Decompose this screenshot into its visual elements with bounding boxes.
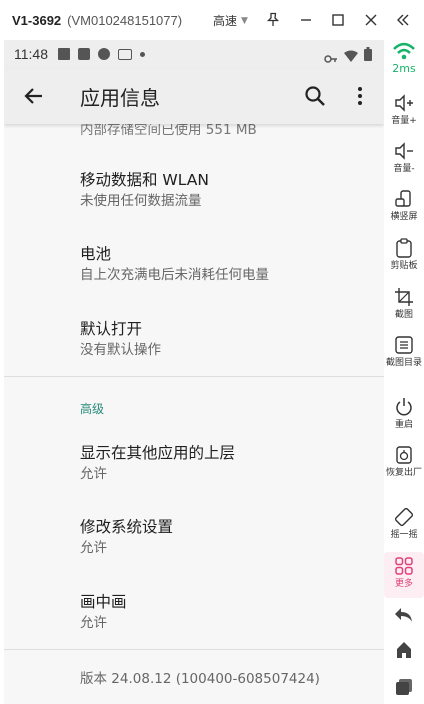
phone-screen[interactable]: 11:48 应用信息 内部存储空间已使用 551 MB 移动数据和 WLAN 未… (4, 40, 384, 704)
button-label: 音量- (393, 164, 415, 174)
button-label: 截图目录 (386, 358, 423, 368)
app-notification-icon (78, 48, 90, 60)
button-label: 截图 (394, 310, 413, 320)
list-item-open-by-default[interactable]: 默认打开 没有默认操作 (80, 319, 161, 360)
app-bar: 应用信息 (4, 68, 384, 124)
button-label: 横竖屏 (390, 212, 418, 222)
section-header-advanced: 高级 (80, 402, 105, 416)
device-id: V1-3692 (12, 12, 62, 28)
item-subtitle: 允许 (80, 466, 107, 482)
window-titlebar: V1-3692 (VM010248151077) 高速 ▼ (0, 0, 424, 40)
chevron-down-icon: ▼ (241, 15, 248, 26)
item-subtitle: 允许 (80, 615, 107, 631)
battery-icon (364, 46, 372, 65)
dot-icon (140, 51, 145, 57)
item-subtitle: 没有默认操作 (80, 342, 161, 358)
rotate-icon (395, 190, 411, 207)
status-time: 11:48 (14, 46, 48, 62)
nav-recent-button[interactable] (384, 676, 424, 696)
factory-reset-button[interactable]: 恢复出厂 (384, 444, 424, 479)
search-icon[interactable] (303, 84, 327, 108)
list-item-modify-system-settings[interactable]: 修改系统设置 允许 (80, 517, 173, 558)
button-label: 音量+ (391, 116, 417, 126)
nav-recent-icon (396, 679, 412, 695)
network-status: 2ms (384, 42, 424, 75)
q-app-icon (98, 48, 110, 60)
shake-icon (394, 507, 414, 527)
item-title: 画中画 (80, 593, 127, 611)
list-item-battery[interactable]: 电池 自上次充满电后未消耗任何电量 (80, 244, 269, 285)
rotate-button[interactable]: 横竖屏 (384, 188, 424, 223)
more-grid-icon (395, 557, 413, 575)
nav-home-icon (397, 642, 411, 658)
volume-down-icon (395, 142, 413, 160)
button-label: 更多 (394, 579, 413, 589)
item-title: 默认打开 (80, 320, 143, 338)
divider (4, 649, 384, 650)
pin-icon[interactable] (263, 10, 283, 30)
vpn-key-icon (324, 49, 338, 68)
list-item-picture-in-picture[interactable]: 画中画 允许 (80, 592, 127, 633)
nav-back-icon (395, 608, 412, 622)
factory-reset-icon (396, 446, 412, 464)
more-button[interactable]: 更多 (384, 552, 424, 598)
app-info-content[interactable]: 内部存储空间已使用 551 MB 移动数据和 WLAN 未使用任何数据流量 电池… (4, 122, 384, 704)
ping-value: 2ms (392, 62, 416, 75)
collapse-icon[interactable] (393, 10, 413, 30)
list-item-mobile-data[interactable]: 移动数据和 WLAN 未使用任何数据流量 (80, 170, 209, 211)
screenshot-list-icon (395, 336, 413, 354)
item-subtitle: 允许 (80, 540, 107, 556)
item-subtitle: 未使用任何数据流量 (80, 193, 202, 209)
page-title: 应用信息 (80, 86, 160, 110)
item-title: 移动数据和 WLAN (80, 171, 209, 189)
volume-down-button[interactable]: 音量- (384, 140, 424, 175)
nav-home-button[interactable] (384, 640, 424, 660)
power-icon (396, 398, 412, 416)
version-text: 版本 24.08.12 (100400-608507424) (80, 671, 320, 687)
screenshot-folder-button[interactable]: 截图目录 (384, 334, 424, 369)
button-label: 重启 (394, 420, 413, 430)
volume-up-button[interactable]: 音量+ (384, 92, 424, 127)
restart-button[interactable]: 重启 (384, 396, 424, 431)
button-label: 剪贴板 (390, 261, 418, 271)
item-title: 修改系统设置 (80, 518, 174, 536)
minimize-icon[interactable] (296, 10, 316, 30)
crop-icon (395, 288, 413, 306)
item-title: 电池 (80, 245, 112, 263)
list-item-display-over-apps[interactable]: 显示在其他应用的上层 允许 (80, 443, 235, 484)
quality-label: 高速 (213, 14, 238, 28)
item-subtitle: 自上次充满电后未消耗任何电量 (80, 267, 269, 283)
back-arrow-icon[interactable] (22, 84, 46, 108)
sim-icon (118, 48, 132, 60)
notification-icon (58, 48, 70, 60)
button-label: 恢复出厂 (386, 468, 423, 478)
close-icon[interactable] (361, 10, 381, 30)
item-title: 显示在其他应用的上层 (80, 444, 236, 462)
button-label: 摇一摇 (390, 530, 418, 540)
shake-button[interactable]: 摇一摇 (384, 506, 424, 541)
wifi-signal-icon (393, 42, 415, 60)
maximize-icon[interactable] (328, 10, 348, 30)
more-vert-icon[interactable] (348, 84, 372, 108)
vm-id: (VM010248151077) (67, 12, 183, 28)
quality-dropdown[interactable]: 高速 ▼ (213, 12, 248, 29)
divider (4, 376, 384, 377)
volume-up-icon (395, 94, 413, 112)
nav-back-button[interactable] (384, 605, 424, 625)
clipboard-button[interactable]: 剪贴板 (384, 237, 424, 272)
android-statusbar: 11:48 (4, 40, 384, 68)
screenshot-button[interactable]: 截图 (384, 286, 424, 321)
clipboard-icon (396, 238, 412, 258)
control-sidebar: 2ms 音量+ 音量- 横竖屏 剪贴板 截图 截图目录 重启 恢复出厂 摇一摇 (384, 40, 424, 704)
wifi-icon (344, 47, 358, 66)
